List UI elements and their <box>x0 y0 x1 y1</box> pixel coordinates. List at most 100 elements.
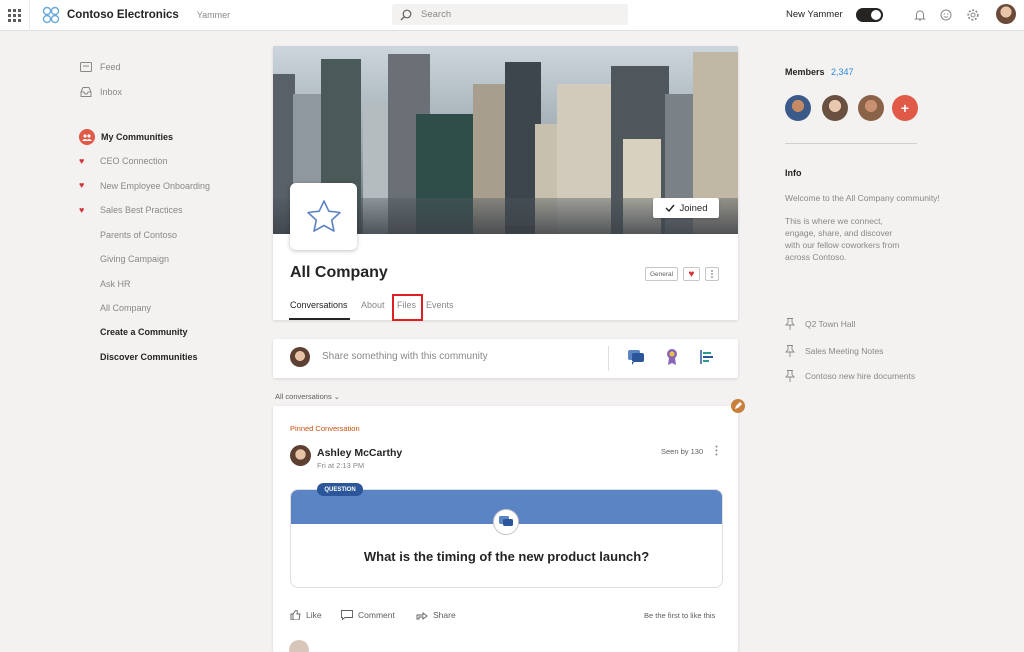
general-chip[interactable]: General <box>645 267 678 281</box>
tab-about[interactable]: About <box>361 300 385 310</box>
company-name[interactable]: Contoso Electronics <box>67 9 179 21</box>
members-count[interactable]: 2,347 <box>831 67 854 77</box>
community-link[interactable]: All Company <box>100 303 151 313</box>
divider <box>608 346 609 371</box>
filter-label: All conversations <box>275 392 332 401</box>
praise-badge-icon[interactable] <box>665 348 679 366</box>
question-card <box>290 489 723 588</box>
highlight-box <box>392 294 423 321</box>
poll-icon[interactable] <box>700 350 714 364</box>
seen-by-count[interactable]: Seen by 130 <box>661 447 703 456</box>
pinned-link-label: Q2 Town Hall <box>805 319 856 329</box>
nav-feed-label: Feed <box>100 62 121 72</box>
info-line: with our fellow coworkers from <box>785 240 900 250</box>
pinned-link[interactable]: Contoso new hire documents <box>785 370 915 382</box>
tab-events[interactable]: Events <box>426 300 454 310</box>
inbox-icon <box>79 85 93 99</box>
question-tag: QUESTION <box>317 483 363 496</box>
member-avatar[interactable] <box>822 95 848 121</box>
community-title: All Company <box>290 264 388 281</box>
question-icon[interactable] <box>627 349 645 365</box>
new-yammer-label: New Yammer <box>786 9 843 20</box>
bell-icon[interactable] <box>913 8 927 22</box>
pin-icon <box>785 345 795 357</box>
create-community-link[interactable]: Create a Community <box>100 327 188 337</box>
divider <box>785 143 917 144</box>
info-line: This is where we connect, <box>785 216 883 226</box>
heart-icon: ♥ <box>79 156 85 166</box>
community-link[interactable]: Ask HR <box>100 279 131 289</box>
question-bubble-icon <box>493 509 519 535</box>
app-name: Yammer <box>196 10 231 20</box>
pin-icon <box>785 370 795 382</box>
star-icon <box>306 199 341 232</box>
search-placeholder: Search <box>421 9 452 20</box>
pinned-link-label: Contoso new hire documents <box>805 371 916 381</box>
post-time[interactable]: Fri at 2:13 PM <box>317 461 364 470</box>
info-welcome: Welcome to the All Company community! <box>785 193 940 203</box>
community-link[interactable]: Giving Campaign <box>100 254 169 264</box>
tab-conversations[interactable]: Conversations <box>290 300 348 310</box>
like-label: Like <box>306 610 322 620</box>
like-button[interactable]: Like <box>290 610 322 620</box>
members-label: Members <box>785 67 825 77</box>
info-line: across Contoso. <box>785 252 847 262</box>
community-link[interactable]: Sales Best Practices <box>100 205 183 215</box>
info-line: engage, share, and discover <box>785 228 893 238</box>
question-text: What is the timing of the new product la… <box>363 549 650 564</box>
edit-pencil-icon[interactable] <box>731 399 745 413</box>
comment-icon <box>341 610 353 620</box>
composer-placeholder[interactable]: Share something with this community <box>322 351 488 362</box>
community-link[interactable]: Parents of Contoso <box>100 230 177 240</box>
share-label: Share <box>433 610 456 620</box>
comment-button[interactable]: Comment <box>341 610 395 620</box>
new-yammer-toggle[interactable] <box>856 8 883 22</box>
search-icon <box>400 9 412 20</box>
pinned-link[interactable]: Sales Meeting Notes <box>785 345 883 357</box>
pinned-label: Pinned Conversation <box>290 424 360 433</box>
heart-icon: ♥ <box>79 205 85 215</box>
thumbs-up-icon <box>290 610 301 620</box>
chevron-down-icon: ⌄ <box>333 392 341 401</box>
composer-avatar <box>290 347 310 367</box>
conversation-filter[interactable]: All conversations ⌄ <box>275 392 340 401</box>
author-name[interactable]: Ashley McCarthy <box>317 447 402 459</box>
favorite-heart-icon[interactable]: ♥ <box>683 267 700 281</box>
member-avatar[interactable] <box>785 95 811 121</box>
joined-label: Joined <box>679 202 708 214</box>
pin-icon <box>785 318 795 330</box>
community-link[interactable]: CEO Connection <box>100 156 168 166</box>
community-link[interactable]: New Employee Onboarding <box>100 181 210 191</box>
member-avatar[interactable] <box>858 95 884 121</box>
first-like-text: Be the first to like this <box>644 611 716 620</box>
community-avatar <box>290 183 357 250</box>
joined-button[interactable]: Joined <box>653 198 719 218</box>
nav-inbox[interactable]: Inbox <box>79 85 122 99</box>
more-options-icon[interactable] <box>705 267 719 281</box>
pinned-link-label: Sales Meeting Notes <box>805 346 884 356</box>
pinned-link[interactable]: Q2 Town Hall <box>785 318 855 330</box>
share-icon <box>416 612 428 620</box>
gear-icon[interactable] <box>966 8 980 22</box>
nav-my-communities[interactable]: My Communities <box>79 129 173 145</box>
add-member-button[interactable]: + <box>892 95 918 121</box>
checkmark-icon <box>665 204 675 212</box>
author-avatar[interactable] <box>290 445 311 466</box>
active-tab-indicator <box>289 318 350 320</box>
communities-icon <box>79 129 95 145</box>
nav-my-communities-label: My Communities <box>101 132 174 142</box>
comment-label: Comment <box>358 610 395 620</box>
post-more-icon[interactable] <box>715 445 718 456</box>
search-input[interactable]: Search <box>392 4 628 25</box>
share-button[interactable]: Share <box>416 610 456 620</box>
contoso-logo-icon <box>42 6 60 24</box>
discover-communities-link[interactable]: Discover Communities <box>100 352 198 362</box>
emoji-icon[interactable] <box>939 8 953 22</box>
feed-icon <box>79 60 93 74</box>
heart-icon: ♥ <box>79 180 85 190</box>
nav-inbox-label: Inbox <box>100 87 123 97</box>
nav-feed[interactable]: Feed <box>79 60 121 74</box>
app-launcher-icon[interactable] <box>0 0 30 31</box>
info-heading: Info <box>785 168 802 178</box>
profile-avatar[interactable] <box>996 4 1016 24</box>
